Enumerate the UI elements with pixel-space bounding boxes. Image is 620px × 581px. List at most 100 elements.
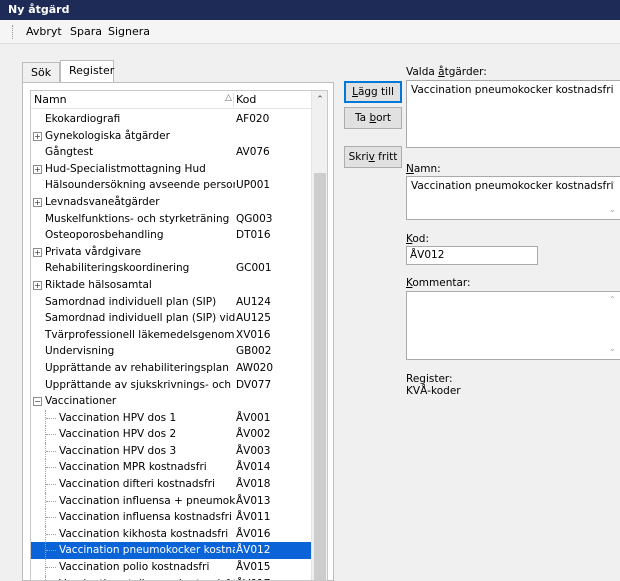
tree-row[interactable]: Samordnad individuell plan (SIP) AU124 (31, 294, 313, 311)
selected-label-pre: Valda (406, 66, 439, 78)
comment-scroll-down-icon[interactable]: ⌄ (609, 344, 619, 353)
scrollbar-thumb[interactable] (314, 173, 326, 580)
tree-row[interactable]: Vaccination difteri kostnadsfri ÅV018 (31, 476, 313, 493)
tree-row-name: Vaccination HPV dos 1 (59, 411, 177, 424)
tree-row[interactable]: Samordnad individuell plan (SIP) vid ut.… (31, 310, 313, 327)
tree-row[interactable]: Vaccination influensa + pneumokoc...ÅV01… (31, 492, 313, 510)
tree-row-code: DV077 (236, 378, 272, 391)
tree-row-name: Vaccination HPV dos 3 (59, 444, 177, 457)
sign-button[interactable]: Signera (108, 25, 150, 38)
tree-row[interactable]: Vaccination HPV dos 1 ÅV001 (31, 409, 313, 427)
tree-row-name: Vaccination influensa kostnadsfri (59, 511, 232, 524)
comment-field[interactable]: ⌃ ⌄ (406, 291, 620, 360)
tree-row[interactable]: + Privata vårdgivare (31, 244, 313, 261)
tree-row[interactable]: + Levnadsvaneåtgärder (31, 194, 313, 211)
tree-row-name: Muskelfunktions- och styrketräning (45, 212, 230, 225)
tree-guide-line (46, 417, 56, 419)
comment-scroll-up-icon[interactable]: ⌃ (609, 295, 619, 304)
tree-row-name: Samordnad individuell plan (SIP) (45, 295, 217, 308)
expand-icon[interactable]: + (33, 131, 42, 141)
expand-icon[interactable]: + (33, 197, 42, 207)
tree-row-name: Undervisning (45, 345, 115, 358)
selected-actions-list[interactable]: Vaccination pneumokocker kostnadsfri (406, 80, 620, 148)
column-header-code[interactable]: Kod (236, 93, 256, 106)
expand-icon[interactable]: + (33, 247, 42, 257)
tree-row-code: ÅV018 (236, 478, 271, 491)
tree-row-name: Ekokardiografi (45, 113, 121, 125)
collapse-icon[interactable]: − (33, 397, 42, 407)
name-scroll-up-icon[interactable]: ⌃ (609, 180, 619, 189)
write-free-label-pre: Skri (348, 151, 369, 163)
tree-row[interactable]: Hälsoundersökning avseende personer ...U… (31, 177, 313, 194)
tree-row[interactable]: Vaccination polio kostnadsfri ÅV015 (31, 559, 313, 576)
tree-row-name: Hälsoundersökning avseende personer ... (45, 179, 235, 192)
tree-row[interactable]: Ekokardiografi AF020 (31, 111, 313, 128)
tree-row[interactable]: Undervisning GB002 (31, 343, 313, 360)
tab-search-label: Sök (31, 66, 52, 79)
tree-row-code: ÅV017 (236, 576, 270, 580)
register-tree[interactable]: Namn △ Kod Ekokardiografi AF020 + Gynekolog… (30, 90, 328, 581)
tree-row[interactable]: + Hud-Specialistmottagning Hud (31, 161, 313, 178)
tree-row[interactable]: Rehabiliteringskoordinering GC001 (31, 260, 313, 277)
add-button[interactable]: Lägg till (344, 81, 402, 103)
tree-row[interactable]: Vaccination kikhosta kostnadsfri ÅV016 (31, 525, 313, 543)
expand-icon[interactable]: + (33, 280, 42, 290)
tree-row[interactable]: Vaccination pneumokocker kostnad...ÅV012 (31, 542, 313, 560)
tree-row[interactable]: + Riktade hälsosamtal (31, 277, 313, 294)
window-title: Ny åtgärd (8, 3, 70, 16)
tree-row[interactable]: Vaccination stelkramp kostnadsfriÅV017 (31, 575, 313, 580)
tree-scrollbar[interactable]: ⌃ (311, 91, 327, 580)
tree-row-name: Osteoporosbehandling (45, 229, 164, 242)
tree-row-name: Riktade hälsosamtal (45, 278, 152, 291)
window-titlebar: Ny åtgärd (0, 0, 620, 20)
column-header-name[interactable]: Namn (34, 93, 67, 106)
tree-row[interactable]: Upprättande av sjukskrivnings- och reh..… (31, 377, 313, 394)
scroll-up-icon[interactable]: ⌃ (312, 92, 327, 108)
name-scroll-down-icon[interactable]: ⌄ (609, 205, 619, 214)
tree-header: Namn △ Kod (31, 91, 313, 109)
tab-register[interactable]: Register (60, 60, 114, 82)
register-value: KVÅ-koder (406, 385, 461, 397)
tree-row[interactable]: Vaccination HPV dos 2 ÅV002 (31, 426, 313, 443)
tree-row[interactable]: Upprättande av rehabiliteringsplan AW020 (31, 360, 313, 377)
write-free-label-post: fritt (374, 151, 398, 163)
comment-label-post: ommentar: (412, 277, 471, 289)
tree-row-code: ÅV015 (236, 561, 271, 574)
tree-row-code: ÅV016 (236, 527, 271, 540)
tree-row[interactable]: Vaccination influensa kostnadsfri ÅV011 (31, 509, 313, 526)
tree-row[interactable]: Tvärprofessionell läkemedelsgenomgån...X… (31, 327, 313, 344)
expand-icon[interactable]: + (33, 164, 42, 174)
name-field[interactable]: Vaccination pneumokocker kostnadsfri ⌃ ⌄ (406, 176, 620, 220)
tree-row[interactable]: Vaccination HPV dos 3 ÅV003 (31, 442, 313, 460)
tree-row[interactable]: Muskelfunktions- och styrketräning QG003 (31, 211, 313, 228)
tree-guide-line (46, 517, 56, 519)
sort-ascending-icon: △ (225, 93, 232, 103)
tree-row-code: ÅV001 (236, 411, 271, 424)
column-separator[interactable] (233, 93, 234, 107)
cancel-button[interactable]: Avbryt (26, 25, 62, 38)
tab-search[interactable]: Sök (22, 62, 60, 82)
tree-row[interactable]: Osteoporosbehandling DT016 (31, 227, 313, 244)
selected-action-item[interactable]: Vaccination pneumokocker kostnadsfri (411, 84, 620, 96)
tree-row[interactable]: Vaccination MPR kostnadsfri ÅV014 (31, 459, 313, 477)
tree-row-code: ÅV011 (236, 511, 271, 524)
code-field[interactable]: ÅV012 (406, 246, 538, 265)
tree-row-name: Hud-Specialistmottagning Hud (45, 162, 206, 175)
write-free-button[interactable]: Skriv fritt (344, 146, 402, 168)
tree-row-code: AU125 (236, 312, 271, 325)
tree-rows: Ekokardiografi AF020 + Gynekologiska åtgärd… (31, 111, 313, 580)
remove-button[interactable]: Ta bort (344, 107, 402, 129)
tree-row-code: ÅV012 (236, 544, 271, 557)
tree-row-name: Vaccination pneumokocker kostnad... (59, 544, 235, 557)
tree-row[interactable]: + Gynekologiska åtgärder (31, 128, 313, 145)
tree-row-name: Vaccination polio kostnadsfri (59, 561, 210, 574)
name-field-value: Vaccination pneumokocker kostnadsfri (411, 180, 614, 192)
tree-row[interactable]: − Vaccinationer (31, 393, 313, 410)
tree-row[interactable]: Gångtest AV076 (31, 144, 313, 161)
save-button[interactable]: Spara (70, 25, 102, 38)
remove-button-label-post: ort (376, 112, 391, 124)
tree-row-code: AU124 (236, 295, 271, 308)
selected-actions-label: Valda åtgärder: (406, 66, 487, 78)
tree-guide-line (46, 434, 56, 436)
tree-row-code: ÅV002 (236, 428, 271, 441)
